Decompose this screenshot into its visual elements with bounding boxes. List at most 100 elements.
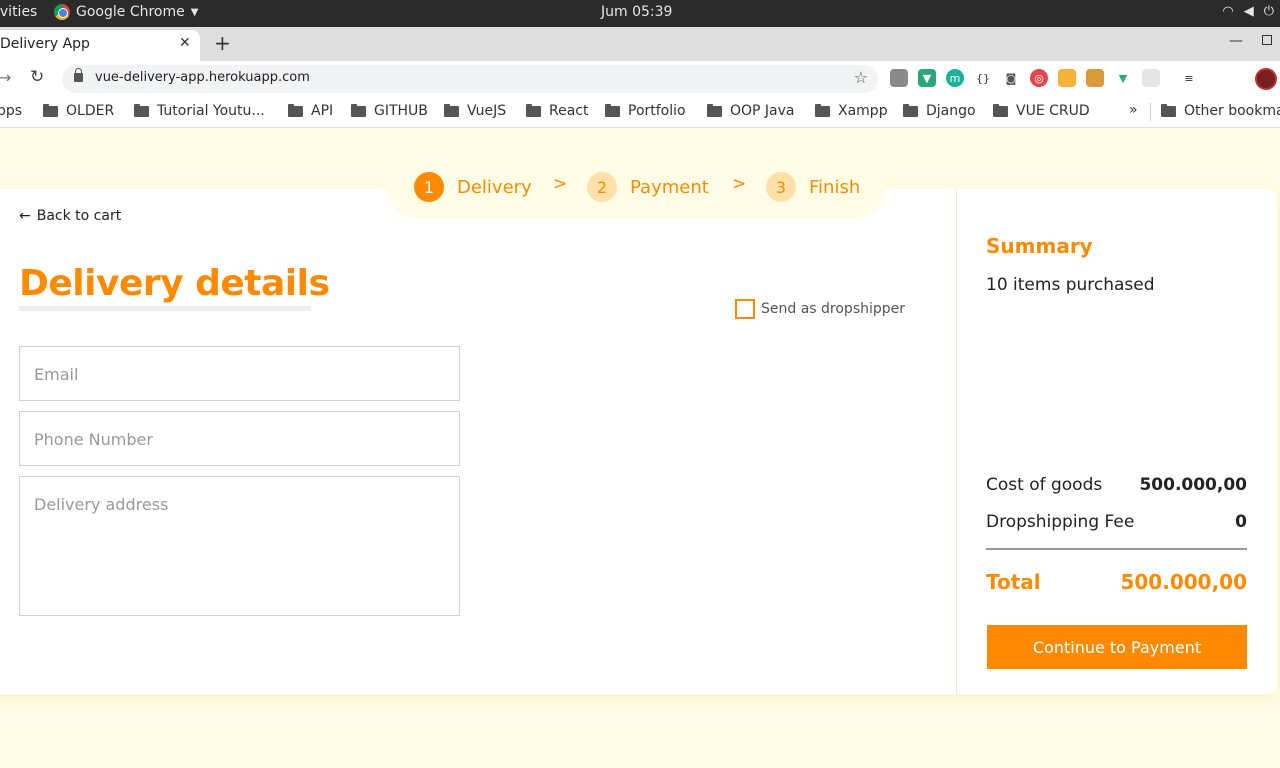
close-tab-icon[interactable]: ✕ — [179, 35, 191, 51]
step-label: Delivery — [457, 176, 532, 198]
tab-strip: Delivery App ✕ + — — [0, 27, 1280, 61]
minimize-icon[interactable]: — — [1229, 33, 1243, 49]
email-field[interactable]: Email — [19, 346, 460, 401]
folder-icon — [43, 103, 58, 117]
continue-to-payment-button[interactable]: Continue to Payment — [987, 625, 1247, 669]
power-icon[interactable]: ⏻ — [1264, 4, 1274, 19]
forward-icon[interactable]: → — [0, 68, 11, 87]
phone-field[interactable]: Phone Number — [19, 411, 460, 466]
bookmark-label: API — [311, 103, 334, 119]
step-delivery[interactable]: 1 Delivery — [414, 172, 532, 202]
bookmark-folder[interactable]: Xampp — [815, 103, 888, 119]
browser-toolbar: → ↻ vue-delivery-app.herokuapp.com ☆ ▼ m… — [0, 61, 1280, 97]
folder-icon — [444, 103, 459, 117]
activities-button[interactable]: ivities — [0, 4, 37, 20]
cost-value: 500.000,00 — [1139, 475, 1247, 495]
arrow-left-icon: ← — [19, 208, 31, 224]
folder-icon — [993, 103, 1008, 117]
bookmark-folder[interactable]: VueJS — [444, 103, 506, 119]
bookmark-label: React — [549, 103, 589, 119]
bookmark-folder[interactable]: Tutorial Youtu... — [134, 103, 265, 119]
bookmark-label: GITHUB — [374, 103, 428, 119]
bookmark-divider — [1150, 103, 1151, 121]
lock-icon[interactable] — [74, 68, 83, 82]
extension-icon[interactable] — [890, 69, 908, 87]
new-tab-button[interactable]: + — [214, 31, 231, 55]
vue-icon[interactable]: ▼ — [1114, 69, 1132, 87]
step-number: 1 — [414, 172, 444, 202]
bookmark-other[interactable]: Other bookma — [1161, 103, 1280, 119]
folder-icon — [605, 103, 620, 117]
clock[interactable]: Jum 05:39 — [601, 4, 672, 20]
app-menu[interactable]: Google Chrome ▼ — [54, 4, 198, 20]
reading-list-icon[interactable]: ≡ — [1180, 69, 1198, 87]
extension-hammer-icon[interactable] — [1086, 69, 1104, 87]
bookmark-folder[interactable]: OLDER — [43, 103, 114, 119]
bookmark-folder[interactable]: OOP Java — [707, 103, 795, 119]
bookmark-label: Django — [926, 103, 976, 119]
total-row: Total 500.000,00 — [986, 570, 1247, 594]
extension-grey-icon[interactable] — [1142, 69, 1160, 87]
step-finish[interactable]: 3 Finish — [766, 172, 860, 202]
total-label: Total — [986, 570, 1041, 594]
os-top-bar: ivities Google Chrome ▼ Jum 05:39 ◠ ◀ ⏻ — [0, 0, 1280, 27]
fee-value: 0 — [1235, 512, 1247, 532]
step-separator: > — [553, 174, 568, 194]
reload-icon[interactable]: ↻ — [30, 67, 44, 87]
bookmark-folder[interactable]: GITHUB — [351, 103, 428, 119]
step-label: Payment — [630, 176, 709, 198]
address-field[interactable]: Delivery address — [19, 476, 460, 616]
bookmark-apps[interactable]: pps — [0, 103, 22, 119]
profile-avatar[interactable] — [1255, 68, 1277, 90]
back-to-cart-link[interactable]: ← Back to cart — [19, 208, 121, 224]
bookmark-label: Tutorial Youtu... — [157, 103, 265, 119]
folder-icon — [134, 103, 149, 117]
folder-icon — [526, 103, 541, 117]
caret-down-icon: ▼ — [190, 6, 199, 18]
step-payment[interactable]: 2 Payment — [587, 172, 709, 202]
fee-label: Dropshipping Fee — [986, 512, 1135, 532]
bookmark-label: Other bookma — [1184, 103, 1280, 119]
more-bookmarks-icon[interactable]: » — [1129, 102, 1138, 118]
step-number: 2 — [587, 172, 617, 202]
back-to-cart-label: Back to cart — [36, 208, 122, 224]
camera-icon[interactable]: ◙ — [1002, 69, 1020, 87]
wifi-icon[interactable]: ◠ — [1222, 4, 1233, 19]
column-divider — [956, 189, 957, 694]
items-count: 10 items purchased — [986, 275, 1155, 295]
address-bar[interactable]: vue-delivery-app.herokuapp.com ☆ — [62, 65, 878, 93]
cost-row: Cost of goods 500.000,00 — [986, 475, 1247, 495]
vue-devtools-icon[interactable]: ▼ — [918, 69, 936, 87]
folder-icon — [351, 103, 366, 117]
dropshipper-label: Send as dropshipper — [761, 301, 906, 317]
bookmark-star-icon[interactable]: ☆ — [854, 68, 868, 87]
step-number: 3 — [766, 172, 796, 202]
bookmark-folder[interactable]: React — [526, 103, 588, 119]
extension-red-icon[interactable]: ◎ — [1030, 69, 1048, 87]
tab-delivery-app[interactable]: Delivery App ✕ — [0, 30, 200, 61]
bookmark-folder[interactable]: Portfolio — [605, 103, 686, 119]
extension-m-icon[interactable]: m — [946, 69, 964, 87]
json-icon[interactable]: {} — [974, 69, 992, 87]
folder-icon — [815, 103, 830, 117]
folder-icon — [707, 103, 722, 117]
bookmark-folder[interactable]: Django — [903, 103, 976, 119]
volume-icon[interactable]: ◀ — [1244, 4, 1254, 19]
dropshipper-checkbox[interactable] — [735, 299, 755, 319]
url-text[interactable]: vue-delivery-app.herokuapp.com — [95, 70, 310, 85]
page: 1 Delivery > 2 Payment > 3 Finish ← Back… — [0, 128, 1280, 768]
restore-icon[interactable] — [1262, 35, 1272, 45]
app-menu-label: Google Chrome — [76, 4, 185, 20]
bookmarks-bar: pps OLDER Tutorial Youtu... API GITHUB V… — [0, 97, 1280, 128]
bookmark-folder[interactable]: VUE CRUD — [993, 103, 1090, 119]
bookmark-folder[interactable]: API — [288, 103, 333, 119]
system-tray[interactable]: ◠ ◀ ⏻ — [1222, 4, 1274, 19]
extension-icons: ▼ m {} ◙ ◎ ▼ ≡ — [890, 69, 1198, 87]
bookmark-label: OLDER — [66, 103, 115, 119]
bookmark-label: VueJS — [467, 103, 507, 119]
extension-pencil-icon[interactable] — [1058, 69, 1076, 87]
dropshipper-option[interactable]: Send as dropshipper — [735, 299, 905, 319]
folder-icon — [903, 103, 918, 117]
summary-divider — [986, 548, 1247, 550]
page-title: Delivery details — [19, 263, 330, 304]
